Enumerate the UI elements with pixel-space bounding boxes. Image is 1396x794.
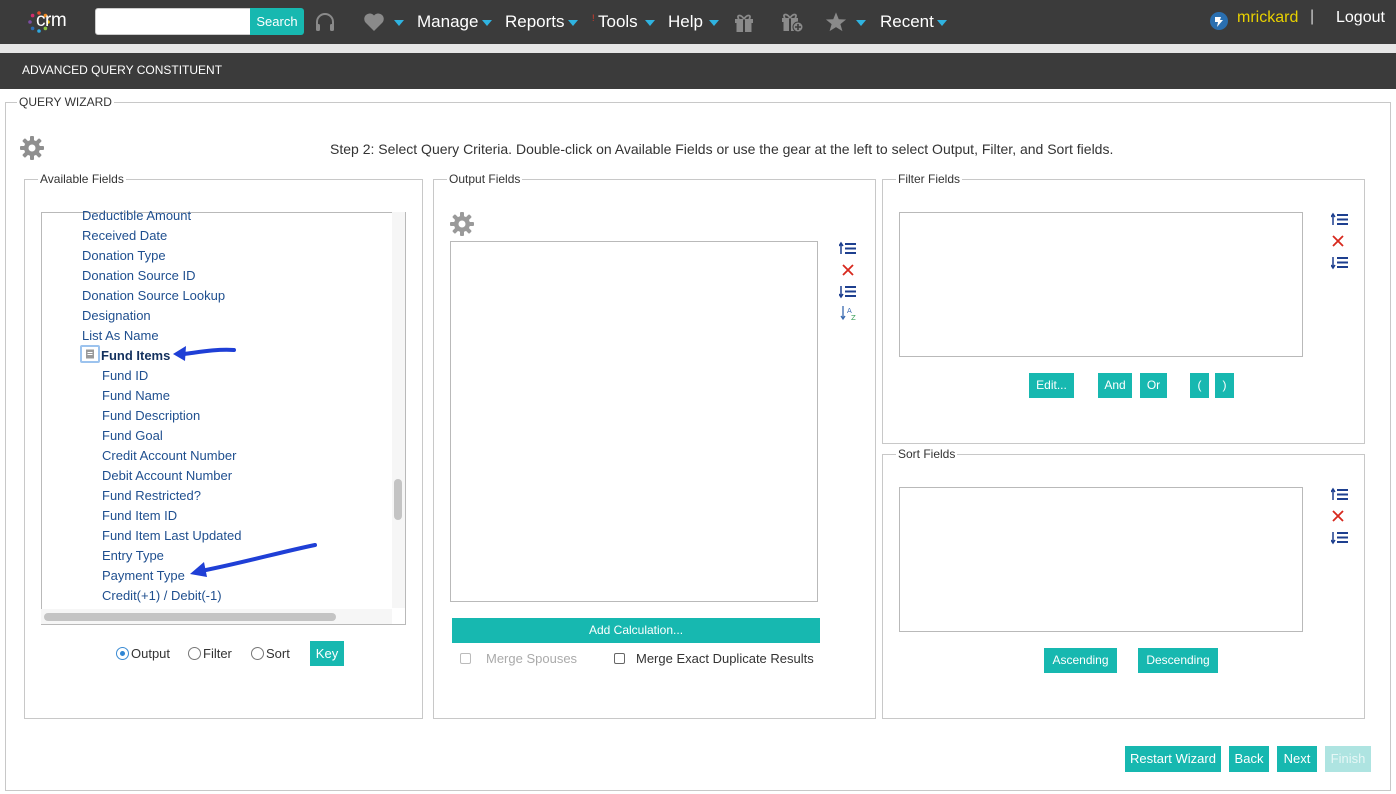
tree-item-credit-account-number[interactable]: Credit Account Number: [102, 448, 236, 463]
sort-fields-list[interactable]: [899, 487, 1303, 632]
menu-tools[interactable]: Tools: [598, 12, 638, 32]
tree-item-credit-debit[interactable]: Credit(+1) / Debit(-1): [102, 588, 222, 603]
search-input[interactable]: [95, 8, 251, 35]
collapse-folder-icon: [86, 349, 94, 359]
radio-sort[interactable]: [251, 647, 264, 660]
filter-move-up-icon[interactable]: [1331, 212, 1349, 227]
merge-spouses-checkbox[interactable]: [460, 653, 471, 664]
filter-fields-list[interactable]: [899, 212, 1303, 357]
user-name-link[interactable]: mrickard: [1237, 9, 1298, 27]
available-fields-legend: Available Fields: [40, 172, 124, 186]
logout-link[interactable]: Logout: [1336, 9, 1385, 27]
star-chevron-down-icon[interactable]: [856, 20, 866, 26]
tree-item-deductible-amount[interactable]: Deductible Amount: [82, 208, 191, 223]
tools-alert-icon: !: [592, 13, 595, 23]
filter-and-button[interactable]: And: [1098, 373, 1132, 398]
nav-separator: |: [1310, 8, 1315, 25]
tree-vertical-scroll-thumb[interactable]: [394, 479, 402, 520]
tree-item-fund-restricted[interactable]: Fund Restricted?: [102, 488, 201, 503]
filter-close-paren-button[interactable]: ): [1215, 373, 1234, 398]
radio-sort-label[interactable]: Sort: [266, 646, 290, 661]
radio-filter[interactable]: [188, 647, 201, 660]
tree-item-donation-type[interactable]: Donation Type: [82, 248, 166, 263]
tree-item-fund-items[interactable]: Fund Items: [101, 348, 170, 363]
star-icon[interactable]: [825, 11, 847, 33]
radio-output-label[interactable]: Output: [131, 646, 170, 661]
page-title: ADVANCED QUERY CONSTITUENT: [22, 63, 223, 77]
collapse-node-toggle[interactable]: [80, 345, 100, 363]
tree-item-payment-type[interactable]: Payment Type: [102, 568, 185, 583]
filter-or-button[interactable]: Or: [1140, 373, 1167, 398]
move-up-icon[interactable]: [839, 241, 857, 256]
filter-fields-legend: Filter Fields: [898, 172, 961, 186]
help-chevron-down-icon[interactable]: [709, 20, 719, 26]
next-button[interactable]: Next: [1277, 746, 1317, 772]
reports-chevron-down-icon[interactable]: [568, 20, 578, 26]
menu-manage[interactable]: Manage: [417, 12, 478, 32]
menu-help[interactable]: Help: [668, 12, 703, 32]
tree-item-entry-type[interactable]: Entry Type: [102, 548, 164, 563]
ascending-button[interactable]: Ascending: [1044, 648, 1117, 673]
favorites-heart-icon[interactable]: [363, 12, 385, 32]
output-gear-icon[interactable]: [449, 211, 475, 237]
output-fields-list[interactable]: [450, 241, 818, 602]
filter-open-paren-button[interactable]: (: [1190, 373, 1209, 398]
tree-item-list-as-name[interactable]: List As Name: [82, 328, 159, 343]
tree-item-fund-id[interactable]: Fund ID: [102, 368, 148, 383]
headphones-icon[interactable]: [314, 11, 336, 33]
manage-chevron-down-icon[interactable]: [482, 20, 492, 26]
merge-duplicates-checkbox[interactable]: [614, 653, 625, 664]
output-fields-legend: Output Fields: [449, 172, 521, 186]
filter-move-down-icon[interactable]: [1331, 255, 1349, 270]
criteria-gear-icon[interactable]: [19, 135, 45, 161]
back-button[interactable]: Back: [1229, 746, 1269, 772]
merge-spouses-label: Merge Spouses: [486, 651, 578, 666]
add-gift-icon[interactable]: [780, 10, 804, 34]
header-divider: [0, 44, 1396, 53]
sort-fields-legend: Sort Fields: [898, 447, 956, 461]
merge-duplicates-label: Merge Exact Duplicate Results: [636, 651, 814, 666]
logo-text[interactable]: crm: [36, 10, 67, 32]
filter-remove-x-icon[interactable]: [1331, 234, 1345, 248]
remove-x-icon[interactable]: [841, 263, 855, 277]
step-instructions: Step 2: Select Query Criteria. Double-cl…: [330, 141, 1114, 157]
user-avatar-icon[interactable]: [1209, 11, 1229, 31]
tree-item-received-date[interactable]: Received Date: [82, 228, 167, 243]
sort-move-up-icon[interactable]: [1331, 487, 1349, 502]
tree-item-fund-name[interactable]: Fund Name: [102, 388, 170, 403]
sort-move-down-icon[interactable]: [1331, 530, 1349, 545]
favorites-chevron-down-icon[interactable]: [394, 20, 404, 26]
recent-chevron-down-icon[interactable]: [937, 20, 947, 26]
radio-output[interactable]: [116, 647, 129, 660]
tree-item-designation[interactable]: Designation: [82, 308, 151, 323]
move-down-icon[interactable]: [839, 284, 857, 299]
filter-edit-button[interactable]: Edit...: [1029, 373, 1074, 398]
finish-button[interactable]: Finish: [1325, 746, 1371, 772]
tree-horizontal-scroll-thumb[interactable]: [44, 613, 336, 621]
tree-item-donation-source-lookup[interactable]: Donation Source Lookup: [82, 288, 225, 303]
restart-wizard-button[interactable]: Restart Wizard: [1125, 746, 1221, 772]
svg-text:Z: Z: [851, 314, 856, 321]
add-calculation-button[interactable]: Add Calculation...: [452, 618, 820, 643]
tree-item-fund-description[interactable]: Fund Description: [102, 408, 200, 423]
sort-az-icon[interactable]: A Z: [840, 305, 858, 321]
tools-chevron-down-icon[interactable]: [645, 20, 655, 26]
key-button[interactable]: Key: [310, 641, 344, 666]
sort-remove-x-icon[interactable]: [1331, 509, 1345, 523]
annotation-arrow-icon: [173, 346, 236, 361]
tree-item-fund-goal[interactable]: Fund Goal: [102, 428, 163, 443]
gift-icon[interactable]: [733, 11, 755, 33]
tree-item-debit-account-number[interactable]: Debit Account Number: [102, 468, 232, 483]
search-button[interactable]: Search: [250, 8, 304, 35]
descending-button[interactable]: Descending: [1138, 648, 1218, 673]
menu-reports[interactable]: Reports: [505, 12, 565, 32]
annotation-arrow-icon: [190, 543, 317, 577]
tree-item-donation-source-id[interactable]: Donation Source ID: [82, 268, 195, 283]
radio-filter-label[interactable]: Filter: [203, 646, 232, 661]
menu-recent[interactable]: Recent: [880, 12, 934, 32]
tree-item-fund-item-id[interactable]: Fund Item ID: [102, 508, 177, 523]
query-wizard-legend: QUERY WIZARD: [19, 95, 112, 109]
tree-vertical-scrollbar[interactable]: [392, 212, 405, 608]
